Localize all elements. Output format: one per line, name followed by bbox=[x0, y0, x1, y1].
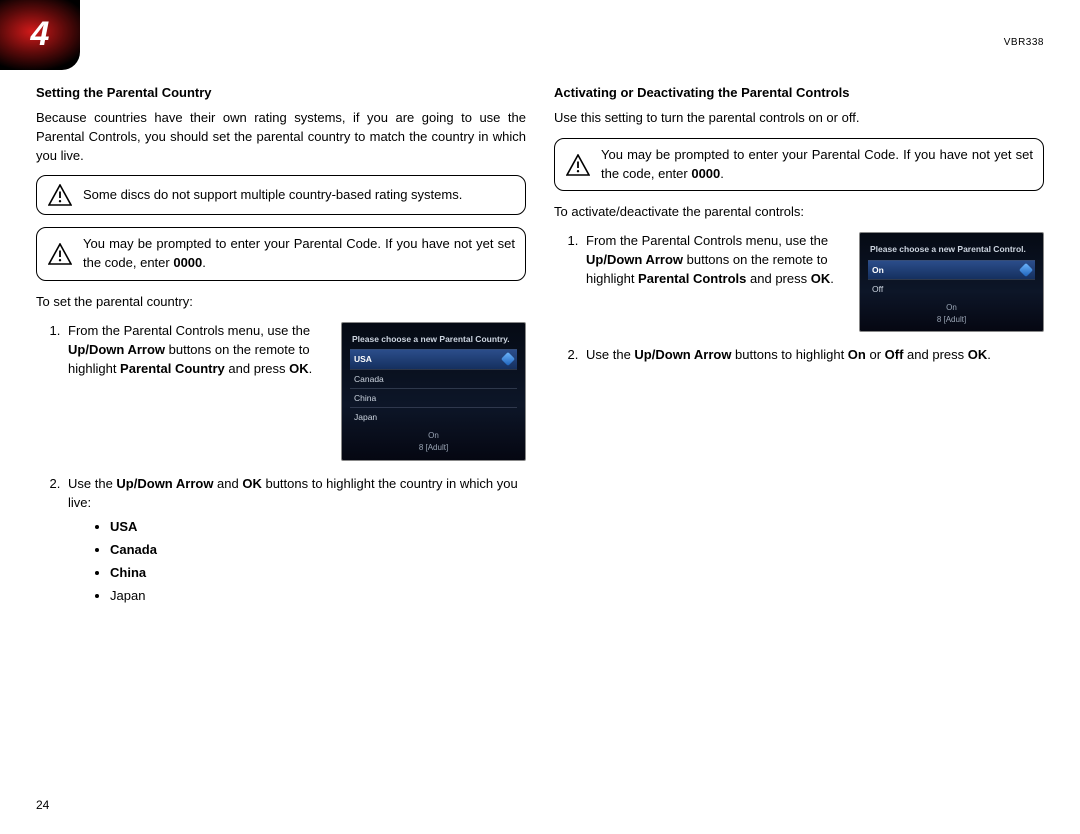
step-1: From the Parental Controls menu, use the… bbox=[582, 232, 845, 289]
warning-triangle-icon bbox=[47, 183, 73, 207]
page-header: 4 VBR338 bbox=[0, 0, 1080, 70]
steps-list: From the Parental Controls menu, use the… bbox=[36, 322, 327, 379]
diamond-icon bbox=[1019, 263, 1033, 277]
screenshot-footer: On 8 [Adult] bbox=[868, 298, 1035, 325]
section-heading-activate: Activating or Deactivating the Parental … bbox=[554, 84, 1044, 103]
warning-text: You may be prompted to enter your Parent… bbox=[601, 146, 1033, 184]
screenshot-option: Japan bbox=[350, 407, 517, 426]
bullet-canada: Canada bbox=[110, 541, 526, 560]
diamond-icon bbox=[501, 352, 515, 366]
section-heading-country: Setting the Parental Country bbox=[36, 84, 526, 103]
intro-paragraph: Because countries have their own rating … bbox=[36, 109, 526, 166]
screenshot-control-menu: Please choose a new Parental Control. On… bbox=[859, 232, 1044, 332]
warning-box-code: You may be prompted to enter your Parent… bbox=[36, 227, 526, 281]
bullet-usa: USA bbox=[110, 518, 526, 537]
warning-triangle-icon bbox=[47, 242, 73, 266]
country-bullets: USA Canada China Japan bbox=[68, 518, 526, 605]
step-2: Use the Up/Down Arrow and OK buttons to … bbox=[64, 475, 526, 606]
steps-list-continued: Use the Up/Down Arrow and OK buttons to … bbox=[36, 475, 526, 606]
instruction-lead: To activate/deactivate the parental cont… bbox=[554, 203, 1044, 222]
warning-box-code: You may be prompted to enter your Parent… bbox=[554, 138, 1044, 192]
steps-list-continued: Use the Up/Down Arrow buttons to highlig… bbox=[554, 346, 1044, 365]
chapter-tab: 4 bbox=[0, 0, 80, 70]
intro-paragraph: Use this setting to turn the parental co… bbox=[554, 109, 1044, 128]
bullet-china: China bbox=[110, 564, 526, 583]
screenshot-option-selected: USA bbox=[350, 349, 517, 368]
instruction-lead: To set the parental country: bbox=[36, 293, 526, 312]
warning-text: You may be prompted to enter your Parent… bbox=[83, 235, 515, 273]
screenshot-option: Off bbox=[868, 279, 1035, 298]
page-number: 24 bbox=[36, 797, 49, 814]
screenshot-footer: On 8 [Adult] bbox=[350, 426, 517, 453]
warning-box-discs: Some discs do not support multiple count… bbox=[36, 175, 526, 215]
screenshot-title: Please choose a new Parental Country. bbox=[350, 333, 517, 345]
step-1: From the Parental Controls menu, use the… bbox=[64, 322, 327, 379]
screenshot-option: Canada bbox=[350, 369, 517, 388]
screenshot-title: Please choose a new Parental Control. bbox=[868, 243, 1035, 255]
right-column: Activating or Deactivating the Parental … bbox=[554, 84, 1044, 616]
step-2: Use the Up/Down Arrow buttons to highlig… bbox=[582, 346, 1044, 365]
chapter-number: 4 bbox=[31, 10, 50, 59]
model-label: VBR338 bbox=[1004, 36, 1044, 51]
bullet-japan: Japan bbox=[110, 587, 526, 606]
steps-list: From the Parental Controls menu, use the… bbox=[554, 232, 845, 289]
screenshot-country-menu: Please choose a new Parental Country. US… bbox=[341, 322, 526, 461]
screenshot-option: China bbox=[350, 388, 517, 407]
warning-text: Some discs do not support multiple count… bbox=[83, 186, 515, 205]
warning-triangle-icon bbox=[565, 153, 591, 177]
left-column: Setting the Parental Country Because cou… bbox=[36, 84, 526, 616]
screenshot-option-selected: On bbox=[868, 260, 1035, 279]
